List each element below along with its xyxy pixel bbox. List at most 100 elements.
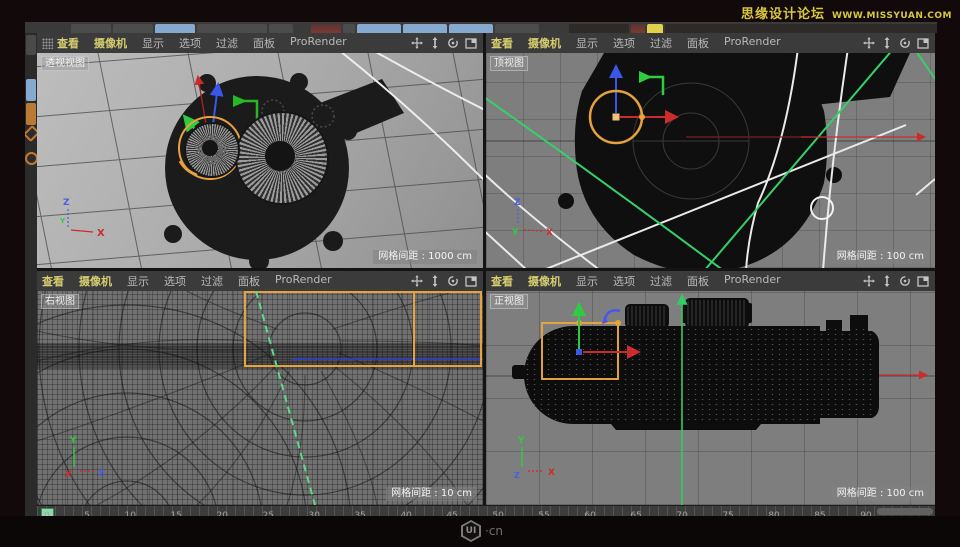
viewport-label: 右视图 [41,294,79,309]
viewport-menu-item-2[interactable]: 显示 [576,273,598,289]
viewport-menu-item-5[interactable]: 面板 [687,35,709,51]
rotate-icon[interactable] [447,37,459,49]
viewport-menu-item-6[interactable]: ProRender [724,35,781,51]
viewport-menu-item-4[interactable]: 过滤 [201,273,223,289]
viewport-menu-item-4[interactable]: 过滤 [650,273,672,289]
viewport-menu-item-1[interactable]: 摄像机 [79,273,112,289]
viewport-menu-item-0[interactable]: 查看 [42,273,64,289]
viewport-menu-item-3[interactable]: 选项 [179,35,201,51]
toggle-views-icon[interactable] [917,275,930,287]
toolbar-button[interactable] [357,24,401,33]
grid-spacing-label: 网格间距 : 1000 cm [373,250,477,264]
viewport-menu-item-5[interactable]: 面板 [238,273,260,289]
toggle-views-icon[interactable] [465,275,478,287]
viewport-menu-item-2[interactable]: 显示 [127,273,149,289]
left-toolbar-icon[interactable] [25,152,37,165]
toolbar-button[interactable] [311,24,341,33]
toolbar-button[interactable] [449,24,493,33]
viewport-top-body[interactable]: Z Y X 顶视图 网格间距 : 100 cm [486,53,935,268]
pan-icon[interactable] [411,275,423,287]
toggle-views-icon[interactable] [465,37,478,49]
left-toolbar-icon[interactable] [26,79,36,101]
viewport-front-menubar: 查看摄像机显示选项过滤面板 ProRender [486,271,935,291]
lens-fan-small-core [202,140,218,156]
viewport-right-body[interactable]: Y X Z 右视图 网格间距 : 10 cm [37,291,483,505]
viewport-menu-item-1[interactable]: 摄像机 [528,273,561,289]
viewport-menu-item-0[interactable]: 查看 [491,273,513,289]
timeline-scrollbar-cap[interactable] [877,508,933,515]
viewport-menu-item-3[interactable]: 选项 [613,273,635,289]
viewport-menu-item-0[interactable]: 查看 [57,35,79,51]
viewport-menu-item-2[interactable]: 显示 [142,35,164,51]
zoom-icon[interactable] [881,275,893,287]
toolbar-button[interactable] [403,24,447,33]
zoom-icon[interactable] [429,275,441,287]
viewport-menu-item-5[interactable]: 面板 [253,35,275,51]
toggle-views-icon[interactable] [917,37,930,49]
toolbar-button[interactable] [269,24,293,33]
viewport-menu-item-4[interactable]: 过滤 [650,35,672,51]
toolbar-button[interactable] [155,24,195,33]
viewport-menu: 查看摄像机显示选项过滤面板 ProRender [42,273,332,289]
viewport-menu-item-0[interactable]: 查看 [491,35,513,51]
viewport-top: 查看摄像机显示选项过滤面板 ProRender [486,33,935,268]
viewport-top-menubar: 查看摄像机显示选项过滤面板 ProRender [486,33,935,53]
lens-fan-large-core [265,141,295,171]
viewport-menu-item-6[interactable]: ProRender [290,35,347,51]
toolbar-button[interactable] [569,24,629,33]
toolbar-button [665,24,937,33]
toolbar-button[interactable] [647,24,663,33]
model-camera-front[interactable] [512,299,879,430]
rotate-icon[interactable] [447,275,459,287]
toolbar-button[interactable] [631,24,645,33]
left-toolbar-icon[interactable] [26,103,36,125]
grid-handle-icon[interactable] [42,38,53,49]
viewport-menu-item-5[interactable]: 面板 [687,273,709,289]
toolbar-button[interactable] [197,24,267,33]
toolbar-button[interactable] [71,24,111,33]
watermark-site-name: 思缘设计论坛 [741,3,825,22]
viewport-front-body[interactable]: Y Z X 正视图 网格间距 : 100 cm [486,291,935,505]
left-toolbar-icon[interactable] [25,125,37,142]
viewport-menu-item-2[interactable]: 显示 [576,35,598,51]
viewport-menu-item-6[interactable]: ProRender [275,273,332,289]
world-axis-indicator: Z Y X [59,198,105,239]
rotate-icon[interactable] [899,275,911,287]
viewport-menu-item-4[interactable]: 过滤 [216,35,238,51]
viewport-label: 正视图 [490,294,528,309]
viewport-perspective: 查看摄像机显示选项过滤面板 ProRender [37,33,483,268]
toolbar-button[interactable] [343,24,355,33]
rotate-icon[interactable] [899,37,911,49]
grid-spacing-label: 网格间距 : 10 cm [386,487,477,501]
viewport-label: 透视视图 [41,56,89,71]
top-canvas: Z Y X [486,53,935,268]
viewport-menu: 查看摄像机显示选项过滤面板 ProRender [491,35,781,51]
svg-text:Z: Z [514,471,520,480]
zoom-icon[interactable] [881,37,893,49]
timeline-ruler[interactable]: 051015202530354045505560657075808590 [37,505,935,516]
pan-icon[interactable] [863,275,875,287]
grid-spacing-label: 网格间距 : 100 cm [832,250,929,264]
brand-logo-suffix: ·cn [485,524,503,538]
viewport-menu-item-1[interactable]: 摄像机 [94,35,127,51]
right-canvas: Y X Z [37,291,483,505]
svg-text:Y: Y [59,217,66,225]
null-circle[interactable] [811,197,833,219]
viewport-menu-item-6[interactable]: ProRender [724,273,781,289]
viewport-label: 顶视图 [490,56,528,71]
toolbar-button[interactable] [495,24,539,33]
pan-icon[interactable] [863,37,875,49]
pan-icon[interactable] [411,37,423,49]
viewport-perspective-body[interactable]: Z Y X 透视视图 网格间距 : 1000 cm [37,53,483,268]
brand-hexagon: UI [461,520,481,542]
viewport-menu-item-1[interactable]: 摄像机 [528,35,561,51]
grid-spacing-label: 网格间距 : 100 cm [832,487,929,501]
viewport-tools [863,37,930,49]
toolbar-button[interactable] [113,24,153,33]
quad-viewports: 查看摄像机显示选项过滤面板ProRender [37,33,935,505]
zoom-icon[interactable] [429,37,441,49]
viewport-menu-item-3[interactable]: 选项 [613,35,635,51]
viewport-menu-item-3[interactable]: 选项 [164,273,186,289]
left-toolbar-icon[interactable] [26,35,36,55]
watermark-site-url: WWW.MISSYUAN.COM [832,11,952,21]
